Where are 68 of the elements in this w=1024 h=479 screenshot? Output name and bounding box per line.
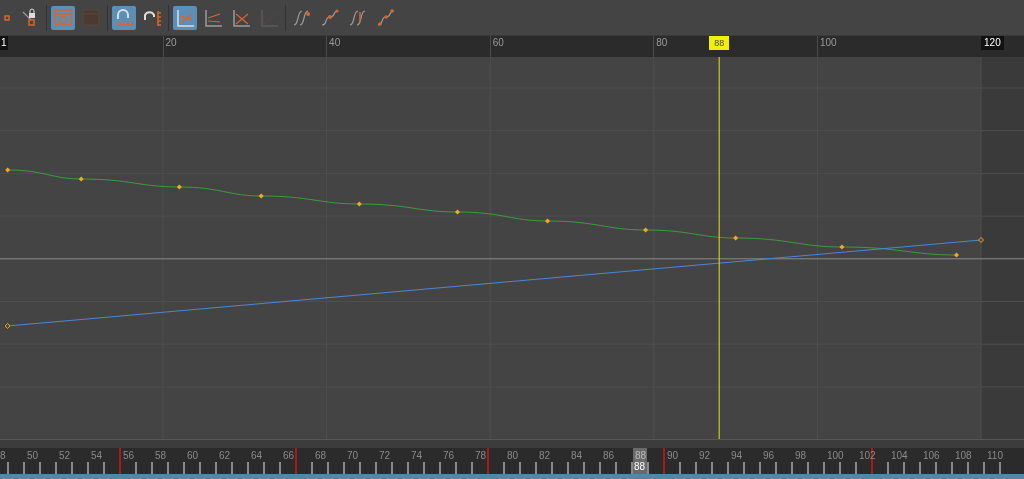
graph-icon bbox=[259, 7, 279, 28]
keyframe-point[interactable] bbox=[978, 237, 984, 243]
key-tick bbox=[663, 448, 665, 474]
frame-label: 84 bbox=[571, 450, 583, 461]
curve-icon bbox=[320, 7, 340, 28]
frame-label: 56 bbox=[123, 450, 135, 461]
frame-label: 40 bbox=[329, 37, 341, 49]
frame-label: 80 bbox=[656, 37, 668, 49]
frame-label: 104 bbox=[891, 450, 908, 461]
key-icon bbox=[4, 14, 10, 21]
frame-label: 74 bbox=[411, 450, 423, 461]
frame-label: 108 bbox=[955, 450, 972, 461]
playhead-marker: 88 bbox=[709, 36, 730, 50]
keyframe-point[interactable] bbox=[4, 323, 11, 329]
graph-icon bbox=[175, 7, 195, 28]
frame-label: 60 bbox=[492, 37, 504, 49]
frame-label: 66 bbox=[283, 450, 295, 461]
keyframe-point[interactable] bbox=[839, 244, 845, 250]
keyframe-point[interactable] bbox=[733, 235, 739, 241]
frame-label: 88 bbox=[635, 450, 647, 461]
frame-label: 98 bbox=[795, 450, 807, 461]
current-frame-label: 88 bbox=[634, 461, 646, 473]
end-frame-marker: 120 bbox=[981, 36, 1004, 50]
frame-label: 90 bbox=[667, 450, 679, 461]
keyframe-point[interactable] bbox=[5, 167, 11, 173]
frame-label: 52 bbox=[59, 450, 71, 461]
keyframe-point[interactable] bbox=[78, 176, 84, 182]
start-frame-marker: 1 bbox=[0, 36, 8, 50]
key-tick bbox=[119, 448, 121, 474]
key-tick bbox=[295, 448, 297, 474]
frame-label: 68 bbox=[315, 450, 327, 461]
frame-label: 110 bbox=[987, 450, 1003, 461]
frame-label: 82 bbox=[539, 450, 551, 461]
toolbar-button[interactable] bbox=[173, 5, 197, 30]
frame-label: 50 bbox=[27, 450, 39, 461]
frame-label: 100 bbox=[827, 450, 844, 461]
key-tick bbox=[487, 448, 489, 474]
frame-label: 96 bbox=[763, 450, 775, 461]
graph-icon bbox=[231, 7, 251, 28]
frame-label: 92 bbox=[699, 450, 711, 461]
frame-label: 100 bbox=[819, 37, 837, 49]
frame-label: 54 bbox=[91, 450, 103, 461]
frame-label: 20 bbox=[165, 37, 177, 49]
frame-label: 94 bbox=[731, 450, 743, 461]
keyframe-point[interactable] bbox=[258, 193, 264, 199]
keyframe-point[interactable] bbox=[643, 227, 649, 233]
frame-label: 70 bbox=[347, 450, 359, 461]
frame-label: 8 bbox=[0, 450, 6, 461]
frame-label: 62 bbox=[219, 450, 231, 461]
frame-label: 106 bbox=[923, 450, 940, 461]
keyframe-point[interactable] bbox=[455, 209, 460, 215]
magnet-icon bbox=[114, 7, 134, 28]
keyframe-point[interactable] bbox=[356, 201, 362, 207]
frame-label: 80 bbox=[507, 450, 519, 461]
frame-label: 64 bbox=[251, 450, 263, 461]
curve-icon bbox=[376, 7, 396, 28]
frame-label: 76 bbox=[443, 450, 455, 461]
frame-label: 72 bbox=[379, 450, 391, 461]
window-icon bbox=[53, 7, 73, 28]
frame-label: 86 bbox=[603, 450, 615, 461]
frame-label: 60 bbox=[187, 450, 199, 461]
frame-label: 78 bbox=[475, 450, 487, 461]
keyframe-point[interactable] bbox=[176, 184, 182, 190]
graph-icon bbox=[203, 7, 223, 28]
frame-label: 58 bbox=[155, 450, 167, 461]
keyframe-point[interactable] bbox=[545, 218, 550, 224]
keyframe-point[interactable] bbox=[954, 252, 959, 258]
toolbar-button[interactable] bbox=[112, 5, 136, 30]
